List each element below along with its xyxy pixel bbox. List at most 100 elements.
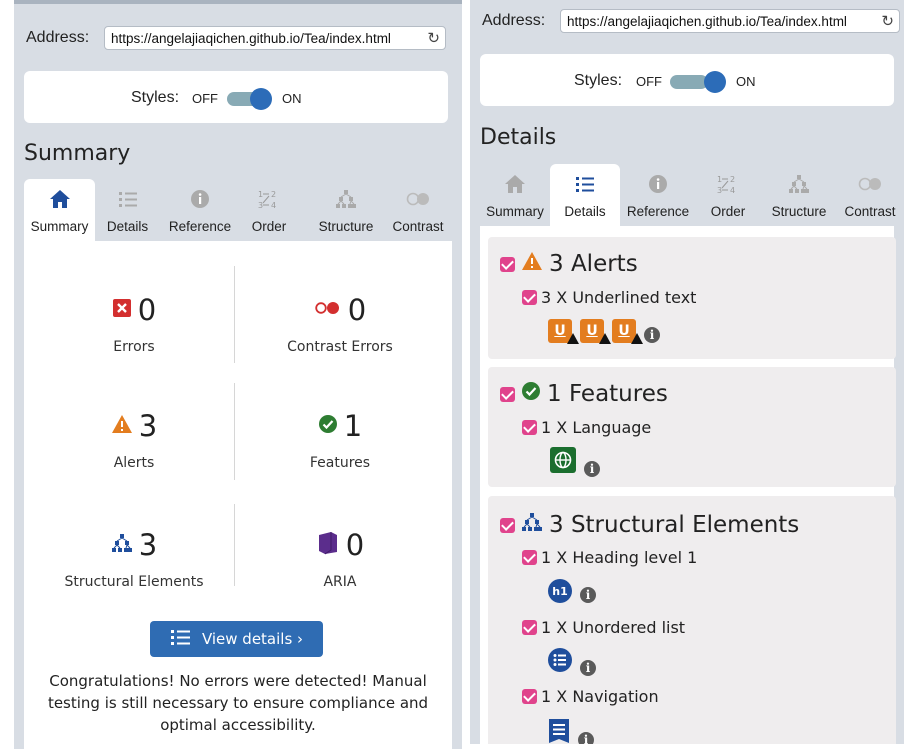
info-icon bbox=[160, 189, 240, 211]
tab-summary[interactable]: Summary bbox=[480, 164, 550, 226]
errors-count: 0 bbox=[137, 293, 157, 327]
tab-reference-label: Reference bbox=[626, 204, 690, 219]
features-section: 1 Features 1 X Language i bbox=[488, 367, 896, 487]
svg-text:2: 2 bbox=[730, 175, 735, 184]
structural-elements-stat: 3 Structural Elements bbox=[34, 528, 234, 590]
underlined-text-checkbox[interactable] bbox=[522, 290, 537, 305]
list-icon bbox=[95, 189, 160, 211]
refresh-icon[interactable]: ↻ bbox=[881, 12, 894, 30]
features-checkbox[interactable] bbox=[500, 386, 515, 402]
svg-text:2: 2 bbox=[271, 190, 276, 199]
errors-stat: 0 Errors bbox=[34, 293, 234, 355]
info-icon[interactable]: i bbox=[644, 327, 660, 343]
alerts-checkbox[interactable] bbox=[500, 256, 515, 272]
tab-contrast[interactable]: Contrast bbox=[384, 179, 452, 241]
tab-details[interactable]: Details bbox=[95, 179, 160, 241]
features-stat: 1 Features bbox=[240, 409, 440, 471]
address-field[interactable]: https://angelajiaqichen.github.io/Tea/in… bbox=[560, 9, 900, 33]
styles-toggle-knob[interactable] bbox=[704, 71, 726, 93]
unordered-list-checkbox[interactable] bbox=[522, 620, 537, 635]
underline-icons: U U U i bbox=[548, 319, 660, 344]
unordered-list-icon[interactable] bbox=[548, 648, 572, 676]
navigation-checkbox[interactable] bbox=[522, 689, 537, 704]
styles-on-label: ON bbox=[736, 74, 756, 89]
structure-icon bbox=[764, 174, 834, 196]
view-details-label: View details › bbox=[201, 630, 304, 648]
styles-toggle-track[interactable] bbox=[670, 75, 708, 89]
tab-reference[interactable]: Reference bbox=[160, 179, 240, 241]
svg-text:1: 1 bbox=[717, 175, 722, 184]
structural-heading-text: 3 Structural Elements bbox=[549, 512, 800, 538]
tab-bar: Summary Details Reference 1234 Order Str… bbox=[24, 179, 452, 241]
underline-glyph: U bbox=[554, 323, 566, 339]
heading-level-1-checkbox[interactable] bbox=[522, 550, 537, 565]
structure-icon bbox=[111, 533, 133, 557]
globe-icon[interactable] bbox=[550, 447, 576, 477]
info-icon[interactable]: i bbox=[578, 732, 594, 744]
page-title: Summary bbox=[24, 141, 131, 166]
tab-summary-label: Summary bbox=[486, 204, 544, 219]
structural-label: Structural Elements bbox=[64, 574, 204, 590]
tab-summary[interactable]: Summary bbox=[24, 179, 95, 241]
address-field[interactable]: https://angelajiaqichen.github.io/Tea/in… bbox=[104, 26, 446, 50]
tab-reference[interactable]: Reference bbox=[620, 164, 696, 226]
underline-alert-icon[interactable]: U bbox=[580, 319, 611, 344]
underline-glyph: U bbox=[618, 323, 630, 339]
panel-top-border bbox=[14, 0, 462, 4]
language-item: 1 X Language bbox=[522, 418, 651, 437]
tab-order[interactable]: 1234 Order bbox=[700, 164, 756, 226]
styles-label: Styles: bbox=[131, 89, 180, 106]
language-checkbox[interactable] bbox=[522, 420, 537, 435]
styles-toggle-knob[interactable] bbox=[250, 88, 272, 110]
info-icon[interactable]: i bbox=[580, 660, 596, 676]
structural-elements-section: 3 Structural Elements 1 X Heading level … bbox=[488, 496, 896, 744]
refresh-icon[interactable]: ↻ bbox=[427, 29, 440, 47]
tab-reference-label: Reference bbox=[168, 219, 232, 234]
warning-icon bbox=[567, 332, 579, 348]
svg-text:4: 4 bbox=[730, 186, 735, 195]
navigation-label: 1 X Navigation bbox=[541, 687, 659, 706]
tab-structure[interactable]: Structure bbox=[764, 164, 834, 226]
navigation-icon[interactable] bbox=[548, 718, 570, 744]
tab-order[interactable]: 1234 Order bbox=[240, 179, 298, 241]
svg-text:1: 1 bbox=[258, 190, 263, 199]
details-panel: Address: https://angelajiaqichen.github.… bbox=[470, 0, 904, 744]
info-icon bbox=[620, 174, 696, 196]
address-value[interactable]: https://angelajiaqichen.github.io/Tea/in… bbox=[111, 31, 419, 46]
tab-details[interactable]: Details bbox=[550, 164, 620, 226]
heading-level-1-label: 1 X Heading level 1 bbox=[541, 548, 698, 567]
styles-on-label: ON bbox=[282, 91, 302, 106]
info-icon[interactable]: i bbox=[580, 587, 596, 603]
underline-alert-icon[interactable]: U bbox=[612, 319, 643, 344]
alerts-stat: 3 Alerts bbox=[34, 409, 234, 471]
grid-divider bbox=[234, 504, 235, 586]
unordered-list-label: 1 X Unordered list bbox=[541, 618, 686, 637]
tab-bar: Summary Details Reference 1234 Order Str… bbox=[480, 164, 904, 226]
error-icon bbox=[112, 298, 132, 322]
alerts-heading-text: 3 Alerts bbox=[549, 251, 638, 277]
features-label: Features bbox=[309, 455, 371, 471]
alert-icon bbox=[521, 251, 543, 277]
contrast-error-icon bbox=[314, 300, 342, 320]
tab-contrast[interactable]: Contrast bbox=[836, 164, 904, 226]
styles-off-label: OFF bbox=[636, 74, 662, 89]
tab-structure[interactable]: Structure bbox=[310, 179, 382, 241]
warning-icon bbox=[631, 332, 643, 348]
navigation-item: 1 X Navigation bbox=[522, 687, 659, 706]
info-icon[interactable]: i bbox=[584, 461, 600, 477]
structure-icon bbox=[310, 189, 382, 211]
info-glyph: i bbox=[649, 328, 655, 342]
features-heading: 1 Features bbox=[500, 381, 668, 407]
contrast-errors-stat: 0 Contrast Errors bbox=[240, 293, 440, 355]
structure-icon bbox=[521, 512, 543, 538]
list-icon bbox=[550, 174, 620, 196]
tab-order-label: Order bbox=[251, 219, 287, 234]
underlined-text-label: 3 X Underlined text bbox=[541, 288, 697, 307]
structural-checkbox[interactable] bbox=[500, 517, 515, 533]
underline-alert-icon[interactable]: U bbox=[548, 319, 579, 344]
alerts-count: 3 bbox=[138, 409, 158, 443]
address-value[interactable]: https://angelajiaqichen.github.io/Tea/in… bbox=[567, 14, 873, 29]
view-details-button[interactable]: View details › bbox=[150, 621, 323, 657]
heading-h1-icon[interactable]: h1 bbox=[548, 579, 572, 603]
congratulations-message: Congratulations! No errors were detected… bbox=[47, 672, 429, 734]
